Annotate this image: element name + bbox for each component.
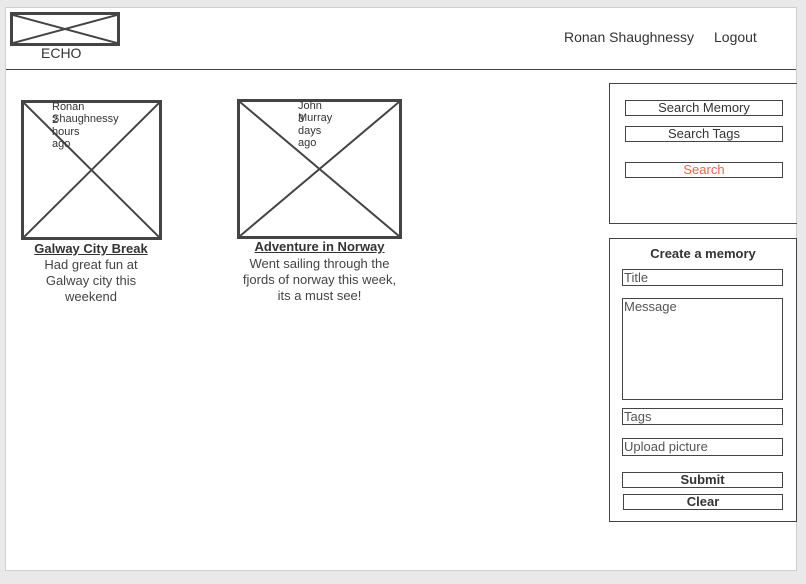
memory-description: Went sailing through the fjords of norwa… bbox=[242, 256, 397, 303]
placeholder-cross-icon bbox=[13, 15, 117, 43]
message-textarea[interactable] bbox=[622, 298, 783, 400]
memory-timestamp: 2 hours ago bbox=[52, 114, 80, 150]
memory-title-link[interactable]: Galway City Break bbox=[16, 241, 166, 256]
header: ECHO Ronan Shaughnessy Logout bbox=[6, 8, 796, 70]
tags-input[interactable] bbox=[622, 408, 783, 425]
logo-text: ECHO bbox=[41, 45, 82, 61]
create-memory-panel: Create a memory Upload picture Submit Cl… bbox=[609, 238, 797, 522]
logout-link[interactable]: Logout bbox=[714, 29, 757, 45]
memory-description: Had great fun at Galway city this weeken… bbox=[44, 257, 138, 304]
create-memory-heading: Create a memory bbox=[650, 246, 756, 261]
title-input[interactable] bbox=[622, 269, 783, 286]
search-button[interactable]: Search bbox=[625, 162, 783, 178]
user-name-link[interactable]: Ronan Shaughnessy bbox=[564, 29, 694, 45]
search-panel: Search Memory Search Tags Search bbox=[609, 83, 797, 224]
page-canvas: ECHO Ronan Shaughnessy Logout Ronan Shau… bbox=[5, 7, 797, 571]
memory-timestamp: 3 days ago bbox=[298, 113, 322, 149]
logo-image-placeholder[interactable] bbox=[10, 12, 120, 46]
search-tags-button[interactable]: Search Tags bbox=[625, 126, 783, 142]
submit-button[interactable]: Submit bbox=[622, 472, 783, 488]
memory-title-link[interactable]: Adventure in Norway bbox=[234, 239, 405, 254]
search-memory-button[interactable]: Search Memory bbox=[625, 100, 783, 116]
clear-button[interactable]: Clear bbox=[623, 494, 783, 510]
upload-picture-button[interactable]: Upload picture bbox=[622, 438, 783, 456]
